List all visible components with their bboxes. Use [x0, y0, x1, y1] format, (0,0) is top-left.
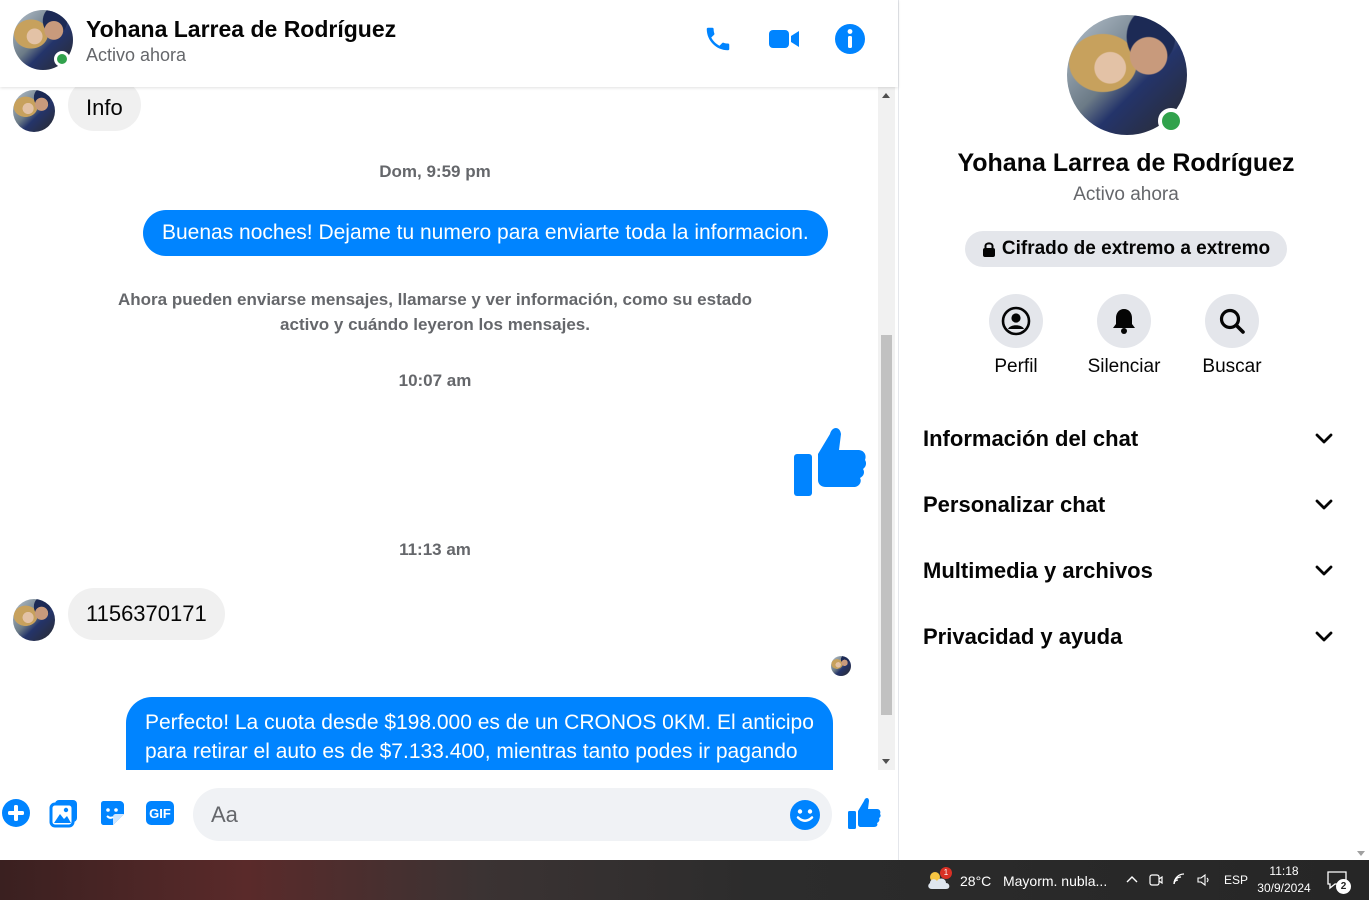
section-customize-chat[interactable]: Personalizar chat — [923, 485, 1333, 525]
video-call-icon[interactable] — [767, 22, 801, 56]
thumbs-up-icon[interactable] — [847, 797, 881, 831]
lock-icon — [982, 242, 995, 257]
section-chat-info[interactable]: Información del chat — [923, 419, 1333, 459]
message-list[interactable]: Info Dom, 9:59 pm Buenas noches! Dejame … — [0, 87, 878, 770]
meet-camera-icon[interactable] — [1148, 872, 1164, 888]
search-icon — [1205, 294, 1259, 348]
phone-icon[interactable] — [701, 22, 735, 56]
message-avatar — [13, 599, 55, 641]
scroll-down-arrow[interactable] — [882, 759, 890, 764]
incoming-message[interactable]: Info — [68, 87, 141, 131]
online-status-dot — [54, 51, 70, 67]
message-scrollbar[interactable] — [878, 87, 895, 770]
search-action-button[interactable]: Buscar — [1182, 294, 1282, 378]
outgoing-message[interactable]: Perfecto! La cuota desde $198.000 es de … — [126, 697, 833, 770]
chevron-down-icon — [1315, 433, 1333, 444]
section-privacy-support[interactable]: Privacidad y ayuda — [923, 617, 1333, 657]
sticker-icon[interactable] — [96, 797, 128, 829]
wifi-icon[interactable] — [1172, 872, 1188, 888]
gif-icon[interactable]: GIF — [144, 797, 176, 829]
notification-count: 2 — [1336, 879, 1351, 894]
action-label: Buscar — [1202, 356, 1262, 377]
emoji-icon[interactable] — [789, 799, 821, 831]
thumbs-up-icon[interactable] — [792, 424, 868, 500]
weather-desc: Mayorm. nubla... — [1002, 873, 1108, 889]
section-label: Personalizar chat — [923, 492, 1106, 517]
contact-status: Activo ahora — [86, 45, 187, 65]
chat-info-panel: Yohana Larrea de Rodríguez Activo ahora … — [898, 0, 1369, 860]
action-label: Perfil — [994, 356, 1038, 377]
language-indicator[interactable]: ESP — [1224, 873, 1248, 887]
composer: GIF — [0, 770, 898, 860]
section-label: Información del chat — [923, 426, 1139, 451]
photo-icon[interactable] — [48, 797, 80, 829]
message-input-wrapper — [193, 788, 832, 841]
contact-name[interactable]: Yohana Larrea de Rodríguez — [86, 16, 396, 43]
chevron-up-icon[interactable] — [1124, 872, 1140, 888]
volume-icon[interactable] — [1196, 872, 1212, 888]
message-line: Perfecto! La cuota desde $198.000 es de … — [145, 711, 814, 734]
section-label: Multimedia y archivos — [923, 558, 1153, 583]
message-input[interactable] — [211, 788, 781, 841]
mute-action-button[interactable]: Silenciar — [1074, 294, 1174, 378]
chat-pane: Yohana Larrea de Rodríguez Activo ahora … — [0, 0, 898, 860]
chevron-down-icon — [1315, 565, 1333, 576]
clock-date[interactable]: 30/9/2024 — [1256, 881, 1312, 895]
encryption-label: Cifrado de extremo a extremo — [1001, 238, 1271, 259]
gif-label: GIF — [146, 801, 174, 825]
scroll-up-arrow[interactable] — [882, 93, 890, 98]
chat-header: Yohana Larrea de Rodríguez Activo ahora — [0, 0, 898, 87]
outgoing-message[interactable]: Buenas noches! Dejame tu numero para env… — [143, 210, 828, 256]
message-line: para retirar el auto es de $7.133.400, m… — [145, 740, 798, 763]
chevron-down-icon — [1315, 631, 1333, 642]
bell-icon — [1097, 294, 1151, 348]
weather-widget[interactable]: 28°C Mayorm. nubla... — [960, 873, 1107, 889]
profile-name: Yohana Larrea de Rodríguez — [957, 149, 1295, 177]
read-receipt-avatar — [831, 656, 851, 676]
message-avatar — [13, 90, 55, 132]
weather-alert-badge: 1 — [940, 867, 952, 879]
section-media-files[interactable]: Multimedia y archivos — [923, 551, 1333, 591]
plus-icon[interactable] — [0, 797, 32, 829]
message-timestamp: Dom, 9:59 pm — [379, 162, 491, 181]
message-timestamp: 10:07 am — [398, 371, 472, 390]
scroll-down-arrow[interactable] — [1357, 851, 1365, 856]
system-notice: Ahora pueden enviarse mensajes, llamarse… — [118, 290, 752, 334]
action-label: Silenciar — [1087, 356, 1161, 377]
taskbar: 28°C Mayorm. nubla... 1 ESP 11:18 30/9/2… — [0, 860, 1369, 900]
scrollbar-thumb[interactable] — [881, 335, 892, 715]
profile-icon — [989, 294, 1043, 348]
profile-status: Activo ahora — [1073, 184, 1179, 205]
clock-time[interactable]: 11:18 — [1256, 864, 1312, 878]
info-icon[interactable] — [833, 22, 867, 56]
weather-temp: 28°C — [960, 873, 992, 889]
encryption-badge[interactable]: Cifrado de extremo a extremo — [965, 231, 1287, 267]
profile-action-button[interactable]: Perfil — [966, 294, 1066, 378]
chevron-down-icon — [1315, 499, 1333, 510]
info-panel-scrollbar[interactable] — [1353, 0, 1369, 860]
online-status-dot — [1158, 108, 1184, 134]
incoming-message[interactable]: 1156370171 — [68, 588, 225, 640]
message-timestamp: 11:13 am — [399, 540, 471, 559]
section-label: Privacidad y ayuda — [923, 624, 1123, 649]
